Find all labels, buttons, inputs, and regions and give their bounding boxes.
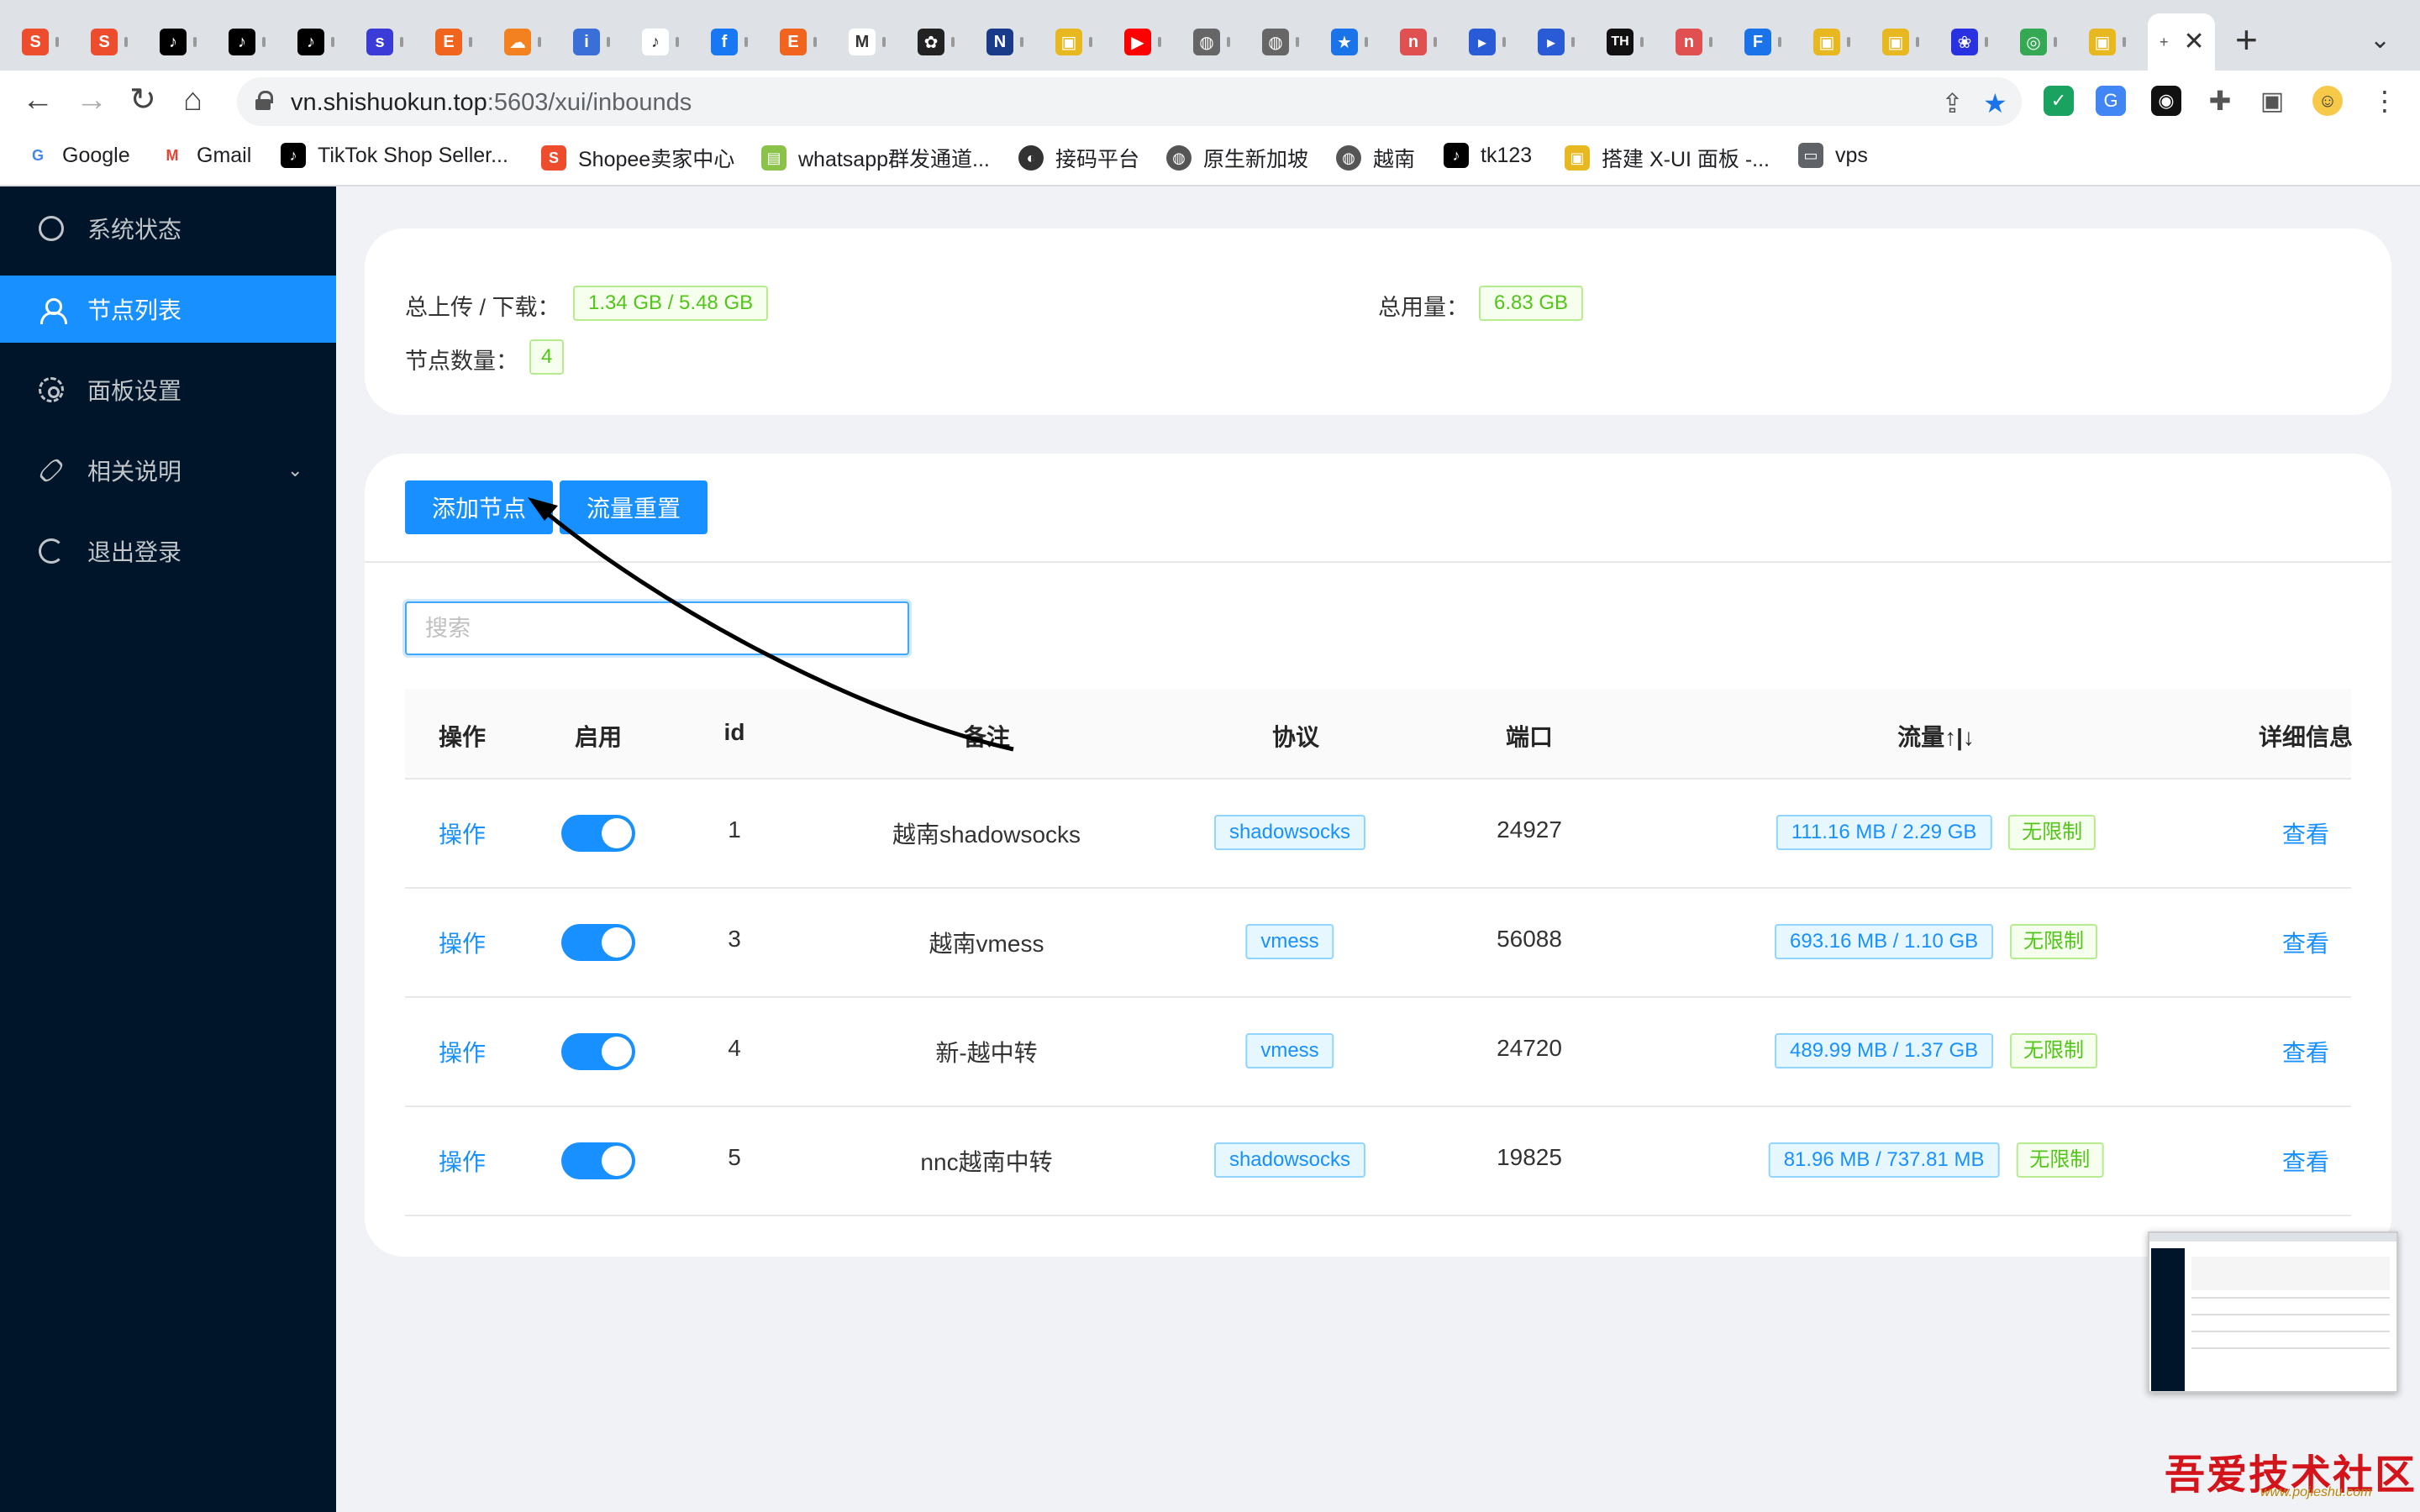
watermark-url: www.pojieshu.com xyxy=(2260,1485,2372,1499)
annotation-arrow xyxy=(528,497,1014,752)
screenshot-thumbnail[interactable] xyxy=(2148,1231,2398,1393)
